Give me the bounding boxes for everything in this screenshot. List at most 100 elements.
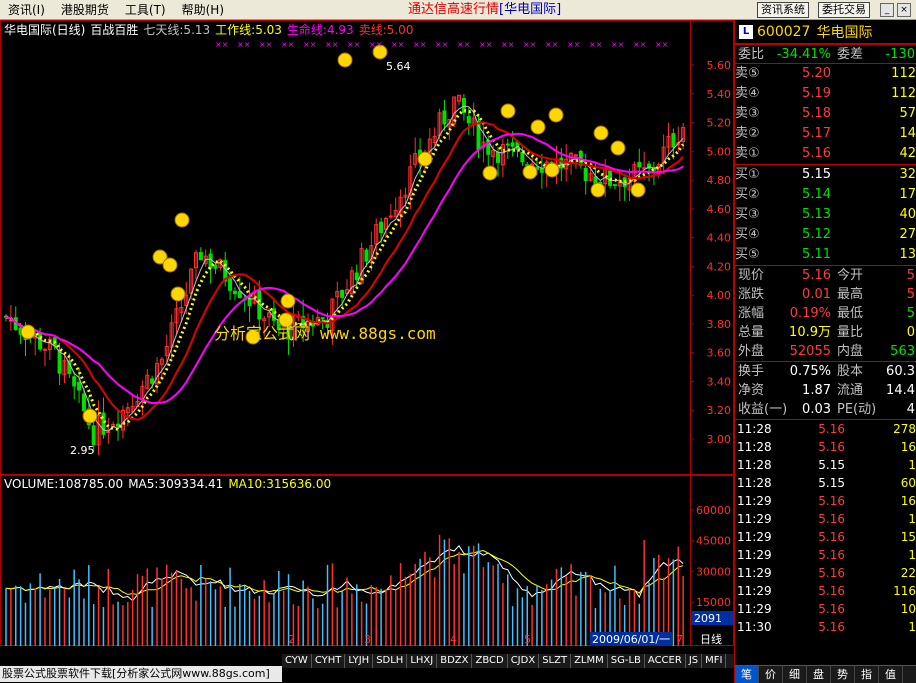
x-axis-label: 7 [676,633,683,646]
signal-mark-icon: ×× [435,40,448,49]
y-axis-label: 5.60 [707,59,732,72]
indicator-tab-cyht[interactable]: CYHT [312,654,346,668]
signal-mark-icon: ×× [237,40,250,49]
menu-item-tools[interactable]: 工具(T) [117,0,174,20]
y-axis-label: 3.60 [707,347,732,360]
stat-label: 今开 [837,268,864,283]
menu-item-hk-futures[interactable]: 港股期货 [53,0,117,20]
indicator-tab-mfi[interactable]: MFI [702,654,727,668]
indicator-tab-cjdx[interactable]: CJDX [508,654,540,668]
stock-name: 华电国际 [816,24,873,41]
tick-vol: 10 [900,602,916,616]
menu-item-info[interactable]: 资讯(I) [0,0,53,20]
candle-body [583,167,588,182]
smiley-icon [20,324,36,340]
signal-mark-icon: ×× [545,40,558,49]
menu-item-help[interactable]: 帮助(H) [174,0,232,20]
candle-body [320,317,325,320]
bid-row: 买④ 5.12 27 [735,225,916,245]
tick-list[interactable]: 11:28 5.16 278 11:28 5.16 16 11:28 5.15 1 11:28 5.… [735,419,916,636]
life-line [5,132,684,405]
weibi-value: -34.41% [776,47,831,62]
indicator-tab-zbcd[interactable]: ZBCD [472,654,508,668]
trade-button[interactable]: 委托交易 [818,2,870,18]
volume-axis-label: 15000 [696,596,731,609]
indicator-tab-sdlh[interactable]: SDLH [373,654,408,668]
volume-axis-label: 30000 [696,565,731,578]
tick-row: 11:29 5.16 10 [735,600,916,618]
signal-mark-icon: ×× [589,40,602,49]
candle-body [379,221,384,234]
right-tab[interactable]: 笔 [735,666,759,683]
ask-price: 5.17 [802,126,831,141]
stat-value: 0.01 [802,287,831,302]
watermark-text: 分析家公式网 [214,324,311,343]
indicator-tab-sg-lb[interactable]: SG-LB [608,654,645,668]
stat-row: 收益(一) 0.03 PE(动) 4 [735,400,916,419]
y-axis-label: 4.00 [707,289,732,302]
stat-label: 内盘 [837,344,864,359]
bid-label: 买⑤ [735,247,760,262]
legend-ma10: MA10:315636.00 [228,477,332,491]
candle-body [388,215,393,218]
indicator-tab-accer[interactable]: ACCER [645,654,686,668]
right-tab[interactable]: 细 [783,666,807,683]
y-axis-label: 4.80 [707,174,732,187]
legend-indicator: 百战百胜 [90,23,139,37]
tick-vol: 278 [893,422,916,436]
stat-value: 0.19% [789,306,831,321]
right-tab[interactable]: 价 [759,666,783,683]
tick-vol: 60 [900,476,916,490]
right-tab[interactable]: 指 [855,666,879,683]
volume-current-label: 2091 [694,612,722,625]
signal-mark-icon: ×× [611,40,624,49]
smiley-icon [482,165,498,181]
promo-link[interactable]: 股票公式股票软件下载[分析家公式网www.88gs.com] [0,666,282,682]
stat-label: 换手 [738,364,765,379]
smiley-icon [82,408,98,424]
indicator-tab-slzt[interactable]: SLZT [539,654,572,668]
ask-row: 卖③ 5.18 57 [735,104,916,124]
y-axis-label: 3.40 [707,375,732,388]
right-tab[interactable]: 势 [831,666,855,683]
indicator-tab-bdzx[interactable]: BDZX [437,654,473,668]
weibi-row: 委比 -34.41% 委差 -130 [735,44,916,63]
bid-price: 5.14 [802,187,831,202]
smiley-icon [337,52,353,68]
chart-area[interactable]: 5.64 2.95 ×× ×× ×× ×× ×× ×× ×× ×× ×× ×× ×× ×× ×× ×× ×× ××… [0,20,734,682]
stat-label: 股本 [837,364,864,379]
info-system-button[interactable]: 资讯系统 [757,2,809,18]
indicator-tab-lyjh[interactable]: LYJH [345,654,374,668]
right-tab[interactable]: 盘 [807,666,831,683]
tick-time: 11:29 [737,584,772,598]
bid-label: 买③ [735,207,760,222]
candle-body [442,110,447,125]
smiley-icon [522,164,538,180]
signal-mark-icon: ×× [501,40,514,49]
tick-time: 11:28 [737,440,772,454]
right-tab[interactable]: 值 [879,666,903,683]
tick-row: 11:28 5.15 1 [735,456,916,474]
stat-row: 涨幅 0.19% 最低 5 [735,304,916,323]
tick-row: 11:29 5.16 116 [735,582,916,600]
smiley-icon [530,119,546,135]
indicator-tab-lhxj[interactable]: LHXJ [407,654,438,668]
tick-price: 5.16 [818,440,845,454]
candle-body [559,157,564,169]
volume-legend: VOLUME:108785.00 MA5:309334.41 MA10:315636… [4,476,336,492]
low-price-label: 2.95 [70,444,95,457]
tick-price: 5.16 [818,512,845,526]
tick-price: 5.16 [818,422,845,436]
ask-price: 5.18 [802,106,831,121]
stat-row: 总量 10.9万 量比 0 [735,323,916,342]
stat-value: 14.4 [886,383,915,398]
close-icon[interactable]: × [897,3,911,17]
minimize-icon[interactable]: _ [880,3,894,17]
main-legend: 华电国际(日线) 百战百胜 七天线:5.13 工作线:5.03 生命线:4.93 卖线:5… [4,22,418,38]
indicator-tab-zlmm[interactable]: ZLMM [571,654,608,668]
indicator-tab-js[interactable]: JS [686,654,703,668]
x-axis-label: 4 [450,633,457,646]
tick-time: 11:29 [737,494,772,508]
tick-row: 11:30 5.16 1 [735,618,916,636]
indicator-tab-cyw[interactable]: CYW [282,654,312,668]
